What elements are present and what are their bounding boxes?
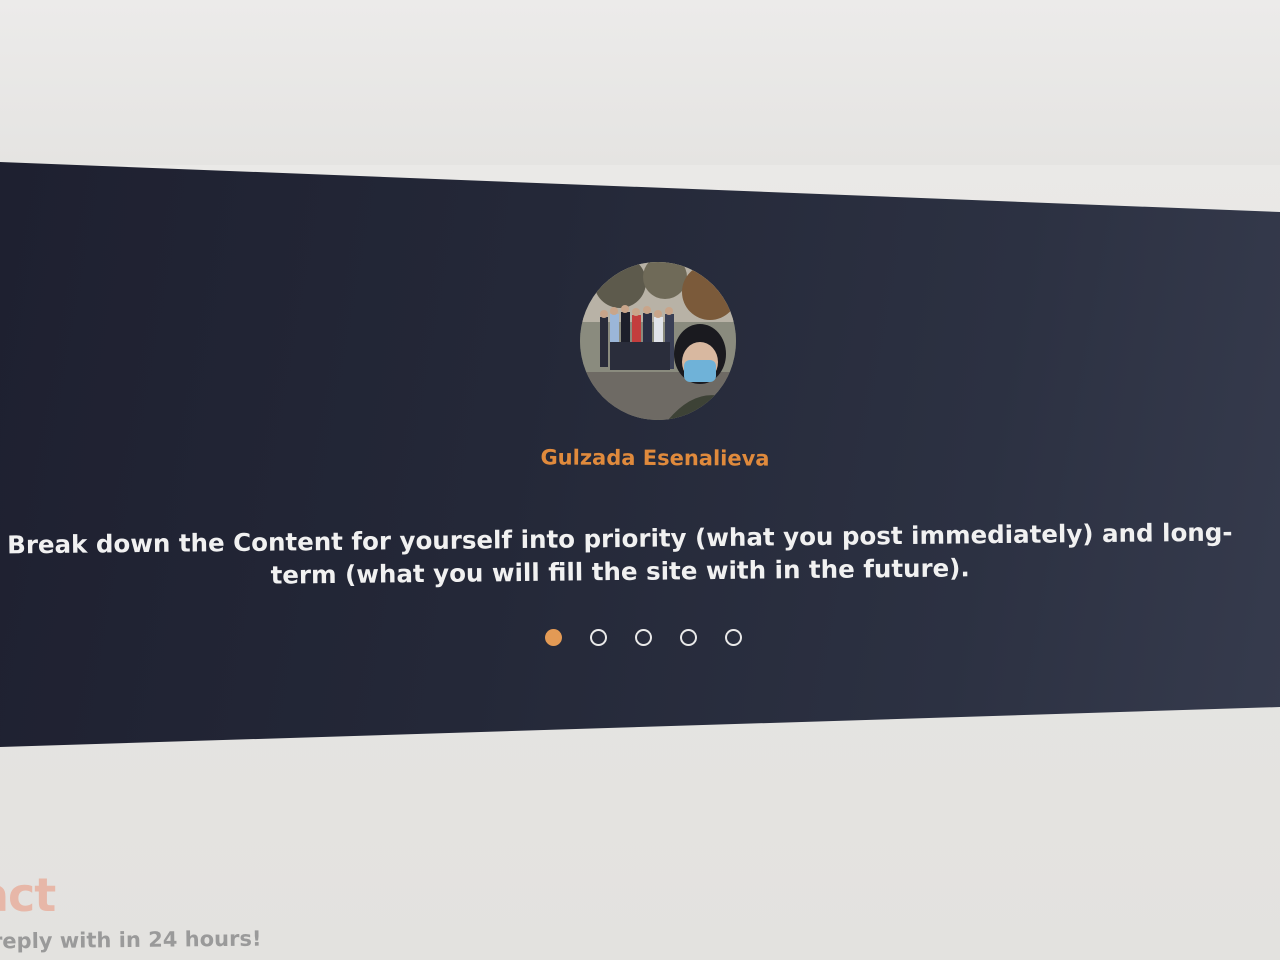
contact-subtext: reply with in 24 hours! (0, 926, 262, 954)
testimonial-author-name: Gulzada Esenalieva (540, 445, 770, 471)
carousel-dot-1[interactable] (545, 628, 562, 646)
user-photo-icon (580, 262, 736, 420)
testimonial-avatar (580, 262, 736, 420)
carousel-dot-5[interactable] (725, 628, 742, 646)
carousel-dot-2[interactable] (590, 628, 607, 646)
carousel-dot-4[interactable] (680, 628, 697, 646)
contact-heading: act (0, 868, 56, 922)
page-top-area (0, 0, 1280, 165)
carousel-pagination (545, 625, 775, 649)
page: Gulzada Esenalieva Break down the Conten… (0, 0, 1280, 960)
testimonial-quote: Break down the Content for yourself into… (7, 517, 1233, 590)
carousel-dot-3[interactable] (635, 628, 652, 646)
